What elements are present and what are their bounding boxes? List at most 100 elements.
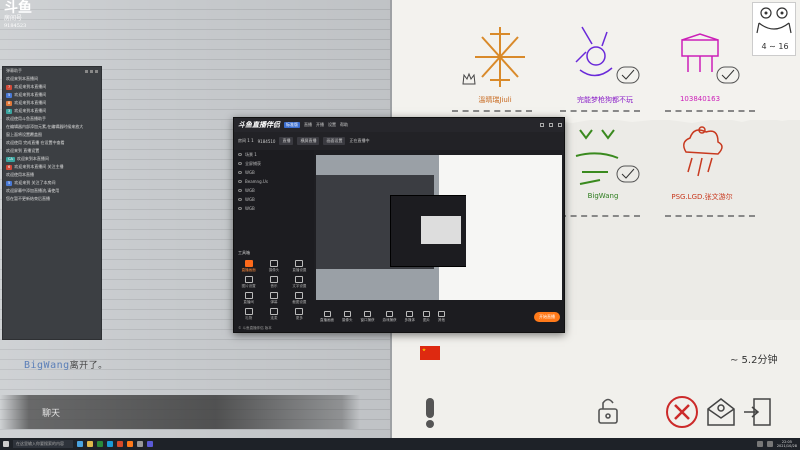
- close-icon[interactable]: [95, 69, 98, 73]
- source-tool-button[interactable]: 多媒体: [405, 311, 415, 323]
- volume-icon[interactable]: [766, 441, 773, 447]
- user-level-badge: 7: [6, 84, 13, 90]
- maximize-icon[interactable]: [549, 123, 553, 127]
- source-tool-button[interactable]: 窗口捕获: [361, 311, 375, 323]
- tool-label: 直播设置: [292, 268, 307, 272]
- menu-item[interactable]: 帮助: [340, 122, 348, 128]
- live-mode-pill[interactable]: 直播: [279, 137, 294, 145]
- source-tool-button[interactable]: 游戏捕获: [383, 311, 397, 323]
- close-icon[interactable]: [558, 123, 562, 127]
- mail-icon[interactable]: [705, 396, 737, 428]
- folder-icon[interactable]: [87, 441, 93, 447]
- chat-message-text: 欢迎来到本直播间: [14, 108, 47, 113]
- stream-preview[interactable]: [316, 155, 562, 311]
- tool-button[interactable]: 音乐: [261, 276, 286, 289]
- app-icon[interactable]: [147, 441, 153, 447]
- unlock-icon[interactable]: [596, 396, 620, 426]
- close-circle-icon[interactable]: [664, 394, 700, 430]
- source-tool-button[interactable]: 其他: [438, 311, 445, 323]
- preview-paper-area: [466, 155, 562, 311]
- china-flag-icon: [420, 346, 440, 360]
- tool-icon: [244, 292, 253, 299]
- settings-icon[interactable]: [90, 69, 93, 73]
- chat-panel-header: 弹幕助手: [3, 67, 101, 75]
- app-version-badge: 标准版: [284, 122, 300, 128]
- douyu-watermark-logo: 斗鱼 房间号 9184523: [4, 1, 44, 31]
- source-tool-button[interactable]: 直播画面: [320, 311, 334, 323]
- purple-emblem-signature-icon: [575, 26, 613, 77]
- visibility-eye-icon[interactable]: [238, 207, 242, 210]
- tool-button[interactable]: 直播画面: [236, 260, 261, 273]
- app-icon[interactable]: [117, 441, 123, 447]
- app-menu: 直播 开播 设置 帮助: [304, 122, 348, 128]
- chat-input-placeholder[interactable]: 聊天: [42, 406, 60, 419]
- tool-label: 直播间: [243, 300, 254, 304]
- exclamation-icon[interactable]: [420, 396, 440, 430]
- picture-settings-pill[interactable]: 画面设置: [323, 137, 346, 145]
- tool-icon: [295, 260, 304, 267]
- tool-button[interactable]: 更多: [287, 308, 312, 321]
- tool-button[interactable]: 直播设置: [287, 260, 312, 273]
- checkmark-box-icon: [616, 66, 640, 84]
- tray-icon[interactable]: [756, 441, 763, 447]
- chat-message-text: 欢迎使用斗鱼直播助手: [6, 116, 46, 121]
- minimize-icon[interactable]: [85, 69, 88, 73]
- scene-item[interactable]: WGB: [234, 186, 314, 195]
- chat-message: 欢迎来到 直播设置: [3, 147, 101, 155]
- tool-button[interactable]: 截图设置: [287, 292, 312, 305]
- exit-door-icon[interactable]: [742, 396, 774, 428]
- start-live-button[interactable]: 开始直播: [534, 312, 560, 322]
- tool-button[interactable]: 图片设置: [236, 276, 261, 289]
- source-tool-button[interactable]: 摄像头: [342, 311, 353, 323]
- visibility-eye-icon[interactable]: [238, 162, 242, 165]
- scene-item[interactable]: 全屏捕获: [234, 159, 314, 168]
- source-tool-icon: [386, 311, 393, 317]
- menu-item[interactable]: 直播: [304, 122, 312, 128]
- douyu-app-icon[interactable]: [127, 441, 133, 447]
- status-user: BigWang: [24, 360, 70, 371]
- app-title: 斗鱼直播伴侣: [238, 121, 280, 129]
- tool-label: 图片设置: [241, 284, 256, 288]
- tool-button[interactable]: 摄像头: [261, 260, 286, 273]
- menu-item[interactable]: 设置: [328, 122, 336, 128]
- orientation-pill[interactable]: 横屏直播: [297, 137, 320, 145]
- logo-text: 斗鱼: [4, 0, 32, 16]
- signature-name: 溫晴瑞Jiuli: [478, 96, 512, 104]
- clock-date: 2021/10/28: [776, 444, 797, 448]
- visibility-eye-icon[interactable]: [238, 171, 242, 174]
- visibility-eye-icon[interactable]: [238, 180, 242, 183]
- app-titlebar[interactable]: 斗鱼直播伴侣 标准版 直播 开播 设置 帮助: [234, 118, 564, 132]
- tool-button[interactable]: 连麦: [261, 308, 286, 321]
- scene-item[interactable]: WGB: [234, 168, 314, 177]
- chat-message-text: 在编辑器内部添加元素,在编辑器时候来放大: [6, 124, 84, 129]
- start-menu-icon[interactable]: [3, 441, 9, 447]
- app-icon[interactable]: [97, 441, 103, 447]
- taskbar-clock[interactable]: 22:05 2021/10/28: [777, 440, 797, 448]
- user-level-badge: 8: [6, 100, 13, 106]
- menu-item[interactable]: 开播: [316, 122, 324, 128]
- tool-button[interactable]: 文字设置: [287, 276, 312, 289]
- scene-item[interactable]: Beamng.Us: [234, 177, 314, 186]
- tool-button[interactable]: 礼物: [236, 308, 261, 321]
- taskbar-search-input[interactable]: 在这里输入你要搜索的内容: [13, 440, 73, 448]
- source-tool-button[interactable]: 图片: [423, 311, 430, 323]
- visibility-eye-icon[interactable]: [238, 198, 242, 201]
- scene-item[interactable]: WGB: [234, 204, 314, 213]
- scene-item[interactable]: WGB: [234, 195, 314, 204]
- edge-icon[interactable]: [77, 441, 83, 447]
- signature-name: PSG.LGD.张文游尔: [671, 193, 733, 201]
- chat-message: 您在暂不更新结束后直播: [3, 195, 101, 203]
- scene-item[interactable]: 场景 1: [234, 150, 314, 159]
- visibility-eye-icon[interactable]: [238, 153, 242, 156]
- tool-button[interactable]: 弹幕: [261, 292, 286, 305]
- chat-message-text: 欢迎使用本直播: [6, 172, 34, 177]
- minimize-icon[interactable]: [540, 123, 544, 127]
- frog-face-icon: [756, 7, 792, 34]
- source-tool-icon: [438, 311, 445, 317]
- scene-label: WGB: [245, 170, 255, 175]
- visibility-eye-icon[interactable]: [238, 189, 242, 192]
- app-icon[interactable]: [107, 441, 113, 447]
- streaming-app-window[interactable]: 斗鱼直播伴侣 标准版 直播 开播 设置 帮助 房间 1 1 9184510 直播…: [233, 117, 565, 333]
- tool-button[interactable]: 直播间: [236, 292, 261, 305]
- app-icon[interactable]: [137, 441, 143, 447]
